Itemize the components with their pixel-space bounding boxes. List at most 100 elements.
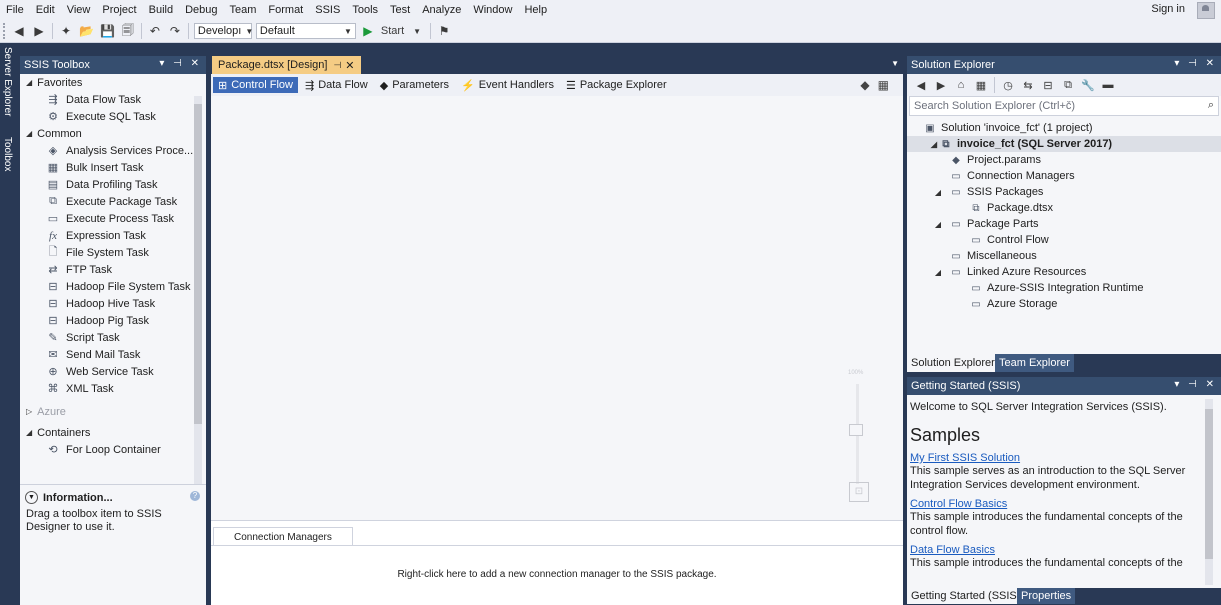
menu-project[interactable]: Project (96, 4, 142, 16)
toolbox-group-favorites[interactable]: ◢ Favorites (20, 74, 206, 91)
toolbox-item-file-system[interactable]: 🗋 File System Task (20, 244, 206, 261)
debug-tool-icon[interactable]: ⚑ (435, 22, 453, 40)
tree-node-solution[interactable]: ▣ Solution 'invoice_fct' (1 project) (907, 120, 1221, 136)
toolbox-group-azure[interactable]: ▷ Azure (20, 403, 206, 420)
sync-icon[interactable]: ⇆ (1019, 76, 1037, 94)
toolbox-scrollbar[interactable] (194, 96, 202, 498)
tree-node-azure-ssis-ir[interactable]: ▭ Azure-SSIS Integration Runtime (907, 280, 1221, 296)
toolbox-item-execute-sql-task[interactable]: ⚙ Execute SQL Task (20, 108, 206, 125)
toolbox-item-xml[interactable]: ⌘ XML Task (20, 380, 206, 397)
switch-views-icon[interactable]: ▦ (972, 76, 990, 94)
scrollbar-thumb[interactable] (1205, 409, 1213, 559)
tab-connection-managers[interactable]: Connection Managers (213, 527, 353, 546)
toolbox-item-script[interactable]: ✎ Script Task (20, 329, 206, 346)
sample-link-data-flow-basics[interactable]: Data Flow Basics (910, 544, 1206, 556)
zoom-control[interactable]: 100% ⊡ (843, 370, 873, 510)
tab-team-explorer[interactable]: Team Explorer (995, 354, 1074, 372)
account-icon[interactable] (1197, 2, 1215, 19)
pin-icon[interactable]: ⊣ (333, 60, 341, 71)
menu-format[interactable]: Format (262, 4, 309, 16)
tab-data-flow[interactable]: ⇶ Data Flow (300, 77, 373, 93)
tab-getting-started[interactable]: Getting Started (SSIS) (907, 588, 1025, 604)
document-tab-package[interactable]: Package.dtsx [Design] ⊣ ✕ (212, 56, 361, 74)
sample-link-first-solution[interactable]: My First SSIS Solution (910, 452, 1206, 464)
menu-debug[interactable]: Debug (179, 4, 223, 16)
back-icon[interactable]: ◀ (10, 22, 28, 40)
tab-solution-explorer[interactable]: Solution Explorer (907, 354, 999, 372)
collapse-triangle-icon[interactable]: ◢ (933, 188, 943, 197)
toolbox-item-send-mail[interactable]: ✉ Send Mail Task (20, 346, 206, 363)
menu-tools[interactable]: Tools (346, 4, 384, 16)
menu-ssis[interactable]: SSIS (309, 4, 346, 16)
tree-node-miscellaneous[interactable]: ▭ Miscellaneous (907, 248, 1221, 264)
collapse-chevron-icon[interactable]: ▼ (25, 491, 38, 504)
menu-window[interactable]: Window (467, 4, 518, 16)
sign-in-link[interactable]: Sign in (1145, 3, 1191, 15)
toolbox-item-analysis-services[interactable]: ◈ Analysis Services Proce... (20, 142, 206, 159)
menu-help[interactable]: Help (518, 4, 553, 16)
toolbox-item-web-service[interactable]: ⊕ Web Service Task (20, 363, 206, 380)
toolbox-item-ftp[interactable]: ⇄ FTP Task (20, 261, 206, 278)
toolbox-item-execute-process[interactable]: ▭ Execute Process Task (20, 210, 206, 227)
start-button[interactable]: Start (379, 22, 406, 40)
connection-managers-area[interactable]: Connection Managers Right-click here to … (211, 520, 903, 605)
collapse-triangle-icon[interactable]: ◢ (929, 140, 939, 149)
solution-configuration-dropdown[interactable]: Developı ▼ (193, 23, 253, 39)
tree-node-connection-managers[interactable]: ▭ Connection Managers (907, 168, 1221, 184)
menu-build[interactable]: Build (143, 4, 179, 16)
preview-icon[interactable]: ▬ (1099, 76, 1117, 94)
toolbar-grip[interactable] (3, 23, 9, 39)
tab-control-flow[interactable]: ⊞ Control Flow (213, 77, 298, 93)
tree-node-package-parts[interactable]: ◢ ▭ Package Parts (907, 216, 1221, 232)
tree-node-linked-azure-resources[interactable]: ◢ ▭ Linked Azure Resources (907, 264, 1221, 280)
server-explorer-tab[interactable]: Server Explorer (2, 47, 13, 116)
scrollbar-thumb[interactable] (194, 104, 202, 424)
tree-node-azure-storage[interactable]: ▭ Azure Storage (907, 296, 1221, 312)
collapse-all-icon[interactable]: ⊟ (1039, 76, 1057, 94)
toolbox-item-for-loop[interactable]: ⟲ For Loop Container (20, 441, 206, 458)
toolbox-item-execute-package[interactable]: ⧉ Execute Package Task (20, 193, 206, 210)
toolbox-item-data-flow-task[interactable]: ⇶ Data Flow Task (20, 91, 206, 108)
save-icon[interactable]: 💾 (98, 22, 117, 40)
home-icon[interactable]: ⌂ (952, 76, 970, 94)
control-flow-canvas[interactable] (211, 96, 903, 520)
tree-node-project-params[interactable]: ◆ Project.params (907, 152, 1221, 168)
redo-icon[interactable]: ↷ (166, 22, 184, 40)
chevron-down-icon[interactable]: ▼ (408, 22, 426, 40)
tab-properties[interactable]: Properties (1017, 588, 1076, 604)
menu-view[interactable]: View (61, 4, 97, 16)
open-file-icon[interactable]: 📂 (77, 22, 96, 40)
toolbox-group-containers[interactable]: ◢ Containers (20, 424, 206, 441)
toolbox-item-expression[interactable]: fx Expression Task (20, 227, 206, 244)
zoom-fit-icon[interactable]: ⊡ (849, 482, 869, 502)
tab-parameters[interactable]: ◆ Parameters (375, 77, 454, 93)
platform-dropdown[interactable]: Default ▼ (255, 23, 356, 39)
tree-node-package-dtsx[interactable]: ⧉ Package.dtsx (907, 200, 1221, 216)
forward-icon[interactable]: ▶ (932, 76, 950, 94)
tree-node-project[interactable]: ◢ ⧉ invoice_fct (SQL Server 2017) (907, 136, 1221, 152)
toolbox-item-hadoop-pig[interactable]: ⊟ Hadoop Pig Task (20, 312, 206, 329)
toolbox-item-hadoop-fs[interactable]: ⊟ Hadoop File System Task (20, 278, 206, 295)
menu-test[interactable]: Test (384, 4, 416, 16)
tab-event-handlers[interactable]: ⚡ Event Handlers (456, 77, 559, 93)
menu-team[interactable]: Team (224, 4, 263, 16)
menu-analyze[interactable]: Analyze (416, 4, 467, 16)
tree-node-control-flow[interactable]: ▭ Control Flow (907, 232, 1221, 248)
tree-node-ssis-packages[interactable]: ◢ ▭ SSIS Packages (907, 184, 1221, 200)
undo-icon[interactable]: ↶ (146, 22, 164, 40)
toolbox-item-bulk-insert[interactable]: ▦ Bulk Insert Task (20, 159, 206, 176)
zoom-slider-handle[interactable] (849, 424, 863, 436)
menu-edit[interactable]: Edit (30, 4, 61, 16)
pending-changes-icon[interactable]: ◷ (999, 76, 1017, 94)
getting-started-scrollbar[interactable] (1205, 399, 1213, 585)
toolbox-item-hadoop-hive[interactable]: ⊟ Hadoop Hive Task (20, 295, 206, 312)
back-icon[interactable]: ◀ (912, 76, 930, 94)
tab-package-explorer[interactable]: ☰ Package Explorer (561, 77, 672, 93)
toolbox-group-common[interactable]: ◢ Common (20, 125, 206, 142)
new-project-icon[interactable]: ✦ (57, 22, 75, 40)
panel-window-controls-icon[interactable]: ▾ ⊣ ✕ (1174, 379, 1217, 390)
panel-window-controls-icon[interactable]: ▾ ⊣ ✕ (159, 58, 202, 69)
properties-wrench-icon[interactable]: 🔧 (1079, 76, 1097, 94)
designer-toolbar-icons[interactable]: ◆▦ (860, 78, 897, 92)
show-all-files-icon[interactable]: ⧉ (1059, 76, 1077, 94)
